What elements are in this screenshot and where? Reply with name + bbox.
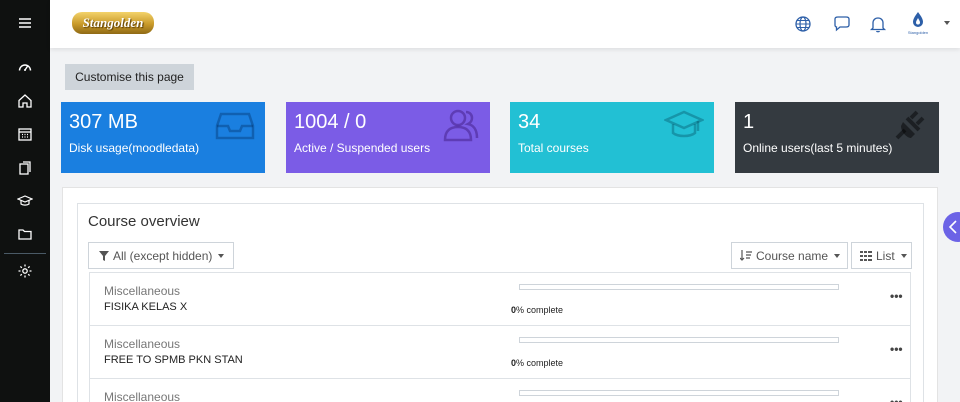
course-overview-title: Course overview xyxy=(88,213,200,230)
sidebar-item-courses[interactable] xyxy=(0,184,50,218)
menu-toggle-button[interactable] xyxy=(0,6,50,40)
notifications-button[interactable] xyxy=(868,14,888,34)
gear-icon xyxy=(18,264,32,278)
stat-label: Online users(last 5 minutes) xyxy=(743,141,893,155)
chat-icon xyxy=(834,16,850,32)
sidebar-item-folder[interactable] xyxy=(0,217,50,251)
messages-button[interactable] xyxy=(832,14,852,34)
stat-label: Total courses xyxy=(518,141,589,155)
dashboard-icon xyxy=(18,64,32,71)
chevron-left-icon xyxy=(948,220,957,234)
course-category: Miscellaneous xyxy=(104,390,181,402)
logo-text: Stangolden xyxy=(82,15,144,30)
avatar-logo-icon xyxy=(913,12,923,27)
course-progress-suffix: % complete xyxy=(516,358,564,368)
stat-value: 307 MB xyxy=(69,111,138,133)
site-logo[interactable]: Stangolden xyxy=(72,12,154,34)
chevron-down-icon xyxy=(834,253,841,258)
files-icon xyxy=(19,161,31,175)
calendar-icon xyxy=(18,128,32,141)
view-dropdown[interactable]: List xyxy=(851,242,912,269)
course-list-item[interactable]: Miscellaneous ••• xyxy=(89,378,911,402)
stat-card-courses: 34 Total courses xyxy=(510,102,714,173)
sidebar-item-dashboard[interactable] xyxy=(0,50,50,84)
course-progress-bar xyxy=(519,337,839,343)
sidebar-item-home[interactable] xyxy=(0,84,50,118)
avatar-text: Stangolden xyxy=(907,30,929,35)
course-list-item[interactable]: Miscellaneous FISIKA KELAS X 0% complete… xyxy=(89,272,911,326)
stat-value: 1004 / 0 xyxy=(294,111,367,133)
stat-card-users: 1004 / 0 Active / Suspended users xyxy=(286,102,490,173)
stat-label: Disk usage(moodledata) xyxy=(69,141,200,155)
course-category: Miscellaneous xyxy=(104,337,181,351)
stat-card-online-users: 1 Online users(last 5 minutes) xyxy=(735,102,939,173)
plug-icon xyxy=(889,108,929,142)
sidebar xyxy=(0,0,50,402)
stat-value: 34 xyxy=(518,111,541,133)
graduation-cap-icon xyxy=(662,108,706,142)
course-progress-suffix: % complete xyxy=(516,305,564,315)
sort-label: Course name xyxy=(756,248,829,263)
list-icon xyxy=(860,250,872,261)
course-name[interactable]: FREE TO SPMB PKN STAN xyxy=(104,354,243,366)
chevron-down-icon xyxy=(218,253,225,258)
course-actions-button[interactable]: ••• xyxy=(890,342,903,356)
course-list-item[interactable]: Miscellaneous FREE TO SPMB PKN STAN 0% c… xyxy=(89,325,911,379)
user-menu-caret[interactable] xyxy=(944,21,950,25)
language-button[interactable] xyxy=(793,14,813,34)
stat-label: Active / Suspended users xyxy=(294,141,431,155)
filter-dropdown[interactable]: All (except hidden) xyxy=(88,242,234,269)
view-label: List xyxy=(876,248,895,263)
sidebar-item-files[interactable] xyxy=(0,151,50,185)
chevron-down-icon xyxy=(900,253,907,258)
filter-label: All (except hidden) xyxy=(113,248,213,263)
globe-icon xyxy=(795,16,811,32)
menu-icon xyxy=(19,18,31,28)
filter-icon xyxy=(99,250,109,261)
sort-dropdown[interactable]: Course name xyxy=(731,242,848,269)
user-avatar[interactable]: Stangolden xyxy=(904,10,932,38)
home-icon xyxy=(18,94,32,108)
stat-card-disk-usage: 307 MB Disk usage(moodledata) xyxy=(61,102,265,173)
open-drawer-button[interactable] xyxy=(943,212,960,242)
folder-icon xyxy=(18,229,32,240)
course-progress-bar xyxy=(519,284,839,290)
course-category: Miscellaneous xyxy=(104,284,181,298)
course-progress-text: 0% complete xyxy=(511,358,563,368)
sort-icon xyxy=(740,250,752,261)
stat-value: 1 xyxy=(743,111,755,133)
inbox-icon xyxy=(215,108,255,142)
users-icon xyxy=(440,108,480,142)
course-actions-button[interactable]: ••• xyxy=(890,289,903,303)
customise-page-button[interactable]: Customise this page xyxy=(65,64,194,90)
course-name[interactable]: FISIKA KELAS X xyxy=(104,301,187,313)
course-progress-text: 0% complete xyxy=(511,305,563,315)
bell-icon xyxy=(869,17,887,33)
top-navbar: Stangolden Stangolden xyxy=(50,0,960,48)
graduation-cap-icon xyxy=(17,195,33,206)
sidebar-item-calendar[interactable] xyxy=(0,117,50,151)
course-actions-button[interactable]: ••• xyxy=(890,395,903,402)
sidebar-item-settings[interactable] xyxy=(0,254,50,288)
course-progress-bar xyxy=(519,390,839,396)
